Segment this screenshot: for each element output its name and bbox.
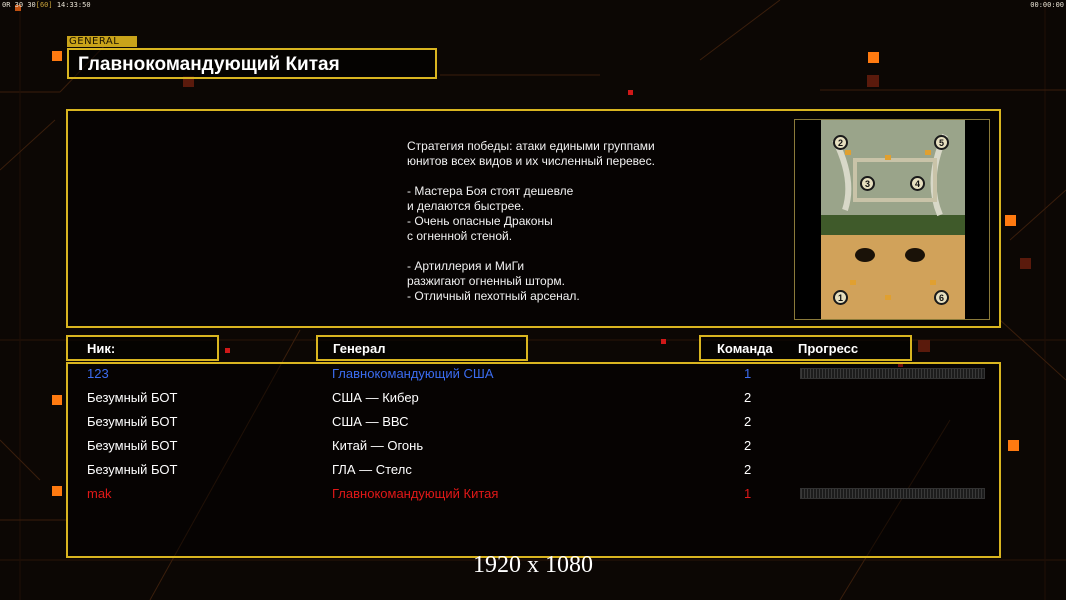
stat-c: 30 — [27, 1, 36, 9]
stat-a: 0R — [2, 1, 11, 9]
column-header-general: Генерал — [316, 335, 528, 361]
player-general: ГЛА — Стелс — [332, 462, 412, 477]
player-team: 2 — [744, 462, 752, 477]
clock: 14:33:50 — [56, 1, 91, 9]
strategy-description: Стратегия победы: атаки едиными группами… — [407, 139, 655, 303]
player-row[interactable] — [68, 460, 999, 482]
player-nick: mak — [87, 486, 112, 501]
map-terrain — [821, 120, 965, 319]
column-header-team-progress: Команда Прогресс — [699, 335, 912, 361]
map-spot-5: 5 — [934, 135, 949, 150]
player-progress-bar — [800, 368, 985, 379]
player-row[interactable] — [68, 436, 999, 458]
map-preview[interactable]: 2 5 3 4 1 6 — [794, 119, 990, 320]
general-title-box: Главнокомандующий Китая — [67, 48, 437, 79]
player-general: Главнокомандующий США — [332, 366, 494, 381]
player-nick: Безумный БОТ — [87, 438, 178, 453]
player-nick: 123 — [87, 366, 109, 381]
player-progress-bar — [800, 488, 985, 499]
general-tag: GENERAL — [67, 36, 137, 47]
player-team: 1 — [744, 486, 752, 501]
player-nick: Безумный БОТ — [87, 462, 178, 477]
player-row[interactable] — [68, 388, 999, 410]
resolution-label: 1920 x 1080 — [473, 552, 593, 578]
player-team: 2 — [744, 414, 752, 429]
map-spot-6: 6 — [934, 290, 949, 305]
player-row[interactable] — [68, 412, 999, 434]
map-spot-1: 1 — [833, 290, 848, 305]
map-spot-2: 2 — [833, 135, 848, 150]
player-team: 2 — [744, 438, 752, 453]
player-general: Главнокомандующий Китая — [332, 486, 499, 501]
player-general: Китай — Огонь — [332, 438, 424, 453]
player-general: США — ВВС — [332, 414, 409, 429]
map-spot-3: 3 — [860, 176, 875, 191]
column-label-progress: Прогресс — [798, 341, 859, 356]
map-spot-4: 4 — [910, 176, 925, 191]
player-team: 2 — [744, 390, 752, 405]
column-label-team: Команда — [717, 341, 773, 356]
player-nick: Безумный БОТ — [87, 390, 178, 405]
player-team: 1 — [744, 366, 752, 381]
column-label-general: Генерал — [333, 341, 386, 356]
stat-b: 30 — [14, 1, 24, 9]
player-general: США — Кибер — [332, 390, 419, 405]
column-label-nick: Ник: — [87, 341, 116, 356]
general-title: Главнокомандующий Китая — [78, 54, 340, 75]
debug-stats: 0R 30 30[60] 14:33:50 — [2, 1, 91, 9]
column-header-nick: Ник: — [66, 335, 219, 361]
player-nick: Безумный БОТ — [87, 414, 178, 429]
match-timer: 00:00:00 — [1030, 1, 1064, 9]
stat-d: [60] — [35, 1, 53, 9]
